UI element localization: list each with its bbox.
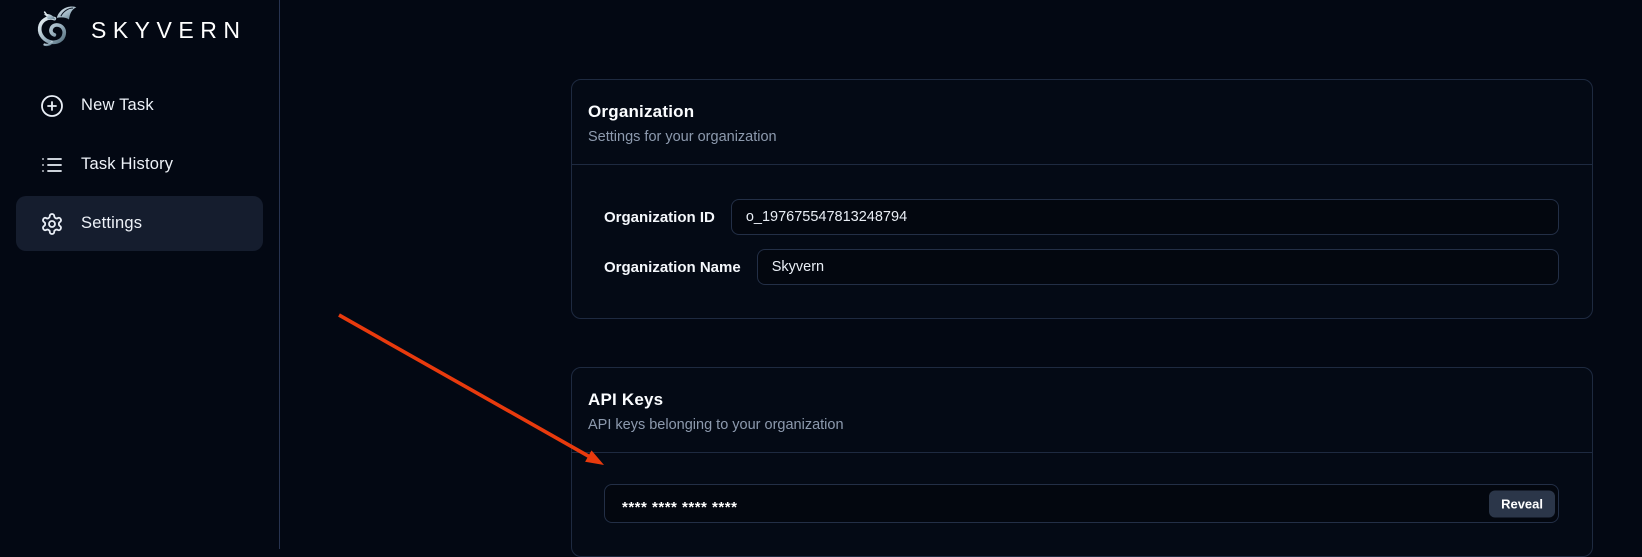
organization-id-input[interactable] xyxy=(731,199,1559,235)
organization-name-label: Organization Name xyxy=(604,259,741,276)
brand-wordmark: SKYVERN xyxy=(91,17,246,44)
brand: SKYVERN xyxy=(30,3,246,57)
organization-name-row: Organization Name xyxy=(604,249,1559,285)
card-subtitle: API keys belonging to your organization xyxy=(588,415,1576,435)
plus-circle-icon xyxy=(40,94,64,118)
organization-card: Organization Settings for your organizat… xyxy=(571,79,1593,319)
api-keys-card-header: API Keys API keys belonging to your orga… xyxy=(572,368,1592,453)
sidebar-item-label: Task History xyxy=(81,155,173,174)
api-key-masked-input[interactable] xyxy=(604,484,1559,523)
organization-id-row: Organization ID xyxy=(604,199,1559,235)
card-title: API Keys xyxy=(588,388,1576,412)
organization-card-body: Organization ID Organization Name xyxy=(572,165,1592,318)
list-icon xyxy=(40,153,64,177)
organization-id-label: Organization ID xyxy=(604,209,715,226)
sidebar-nav: New Task Task History Settings xyxy=(0,78,279,251)
main-content: Organization Settings for your organizat… xyxy=(571,79,1593,557)
sidebar-item-task-history[interactable]: Task History xyxy=(16,137,263,192)
sidebar-item-label: Settings xyxy=(81,214,142,233)
api-keys-card: API Keys API keys belonging to your orga… xyxy=(571,367,1593,557)
sidebar: SKYVERN New Task Task History xyxy=(0,0,280,549)
card-title: Organization xyxy=(588,100,1576,124)
organization-name-input[interactable] xyxy=(757,249,1559,285)
reveal-button[interactable]: Reveal xyxy=(1489,490,1555,517)
skyvern-dragon-logo-icon xyxy=(30,4,82,56)
gear-icon xyxy=(40,212,64,236)
sidebar-item-new-task[interactable]: New Task xyxy=(16,78,263,133)
api-key-row: Reveal xyxy=(604,484,1559,523)
sidebar-item-settings[interactable]: Settings xyxy=(16,196,263,251)
card-subtitle: Settings for your organization xyxy=(588,127,1576,147)
sidebar-item-label: New Task xyxy=(81,96,154,115)
organization-card-header: Organization Settings for your organizat… xyxy=(572,80,1592,165)
api-keys-card-body: Reveal xyxy=(572,453,1592,556)
